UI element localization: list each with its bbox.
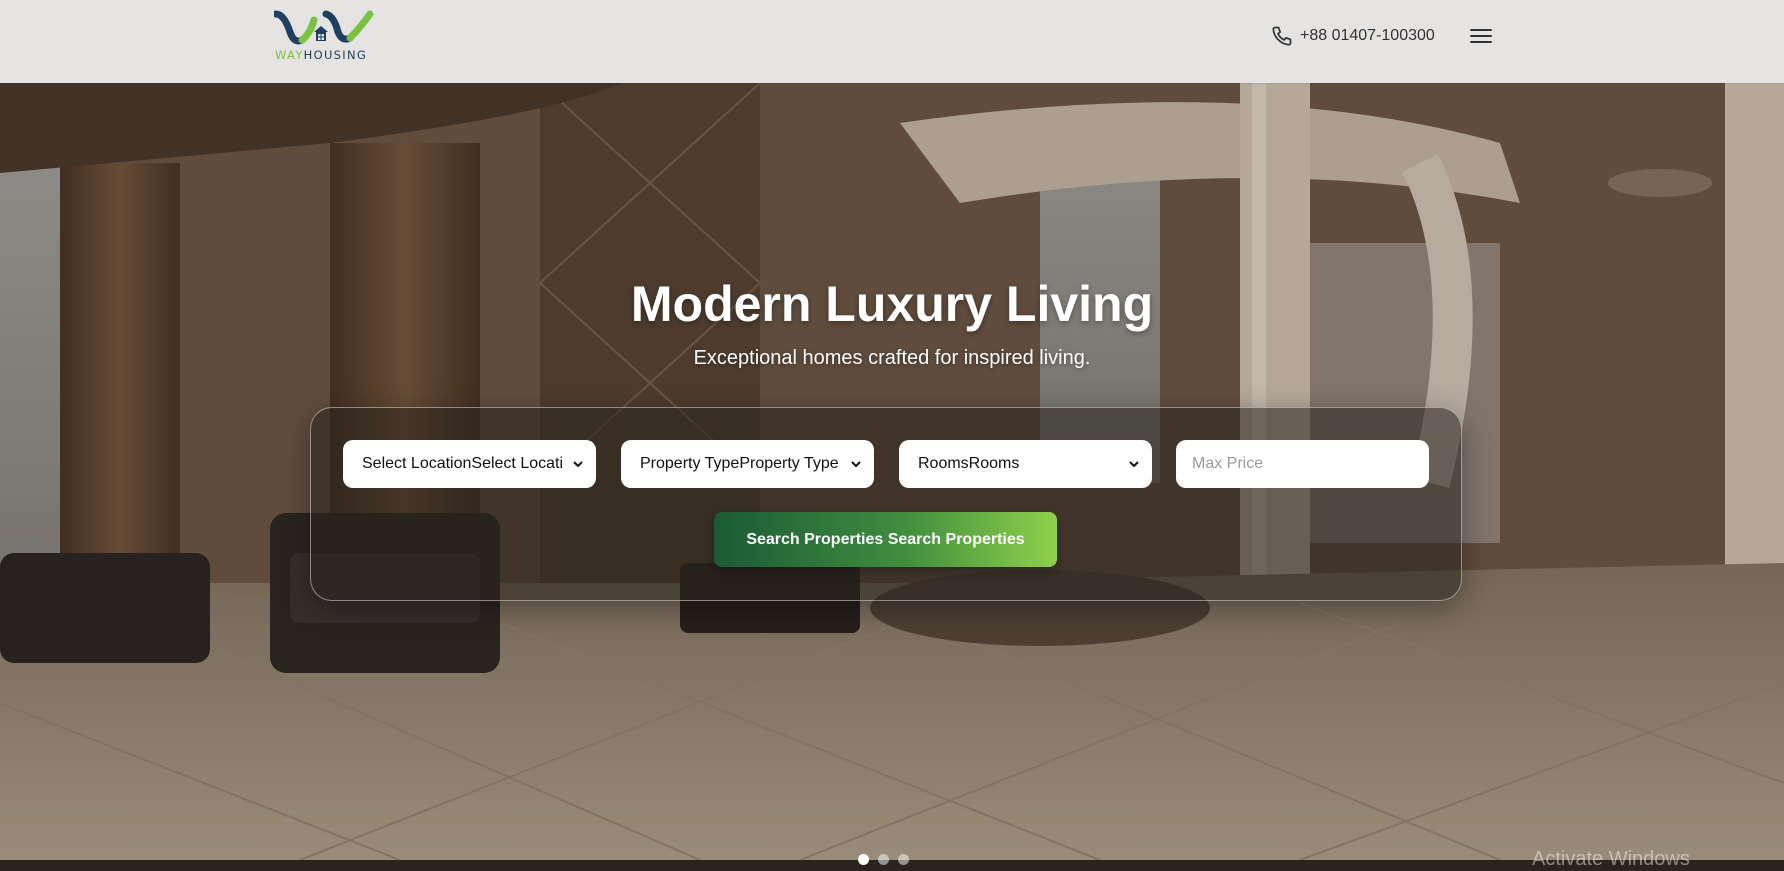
- logo-word-housing: HOUSING: [303, 48, 368, 62]
- rooms-select[interactable]: RoomsRooms: [899, 440, 1152, 488]
- property-type-select[interactable]: Property TypeProperty Type: [621, 440, 874, 488]
- logo-word-way: WAY: [275, 48, 304, 62]
- brand-logo[interactable]: WAYHOUSING: [274, 10, 376, 62]
- chevron-down-icon: [573, 461, 583, 468]
- search-properties-button[interactable]: Search Properties Search Properties: [714, 512, 1057, 567]
- phone-icon: [1272, 26, 1292, 46]
- location-select-value: Select LocationSelect Locati: [362, 455, 564, 472]
- hero-title: Modern Luxury Living: [630, 276, 1154, 332]
- logo-mark: [274, 10, 374, 45]
- chevron-down-icon: [851, 461, 861, 468]
- site-header: WAYHOUSING +88 01407-100300: [0, 0, 1784, 83]
- hamburger-menu-icon[interactable]: [1470, 25, 1492, 47]
- rooms-select-value: RoomsRooms: [918, 455, 1020, 472]
- logo-wordmark: WAYHOUSING: [275, 48, 367, 62]
- phone-number: +88 01407-100300: [1300, 27, 1435, 44]
- phone-contact[interactable]: +88 01407-100300: [1270, 24, 1435, 48]
- max-price-input[interactable]: Max Price: [1176, 440, 1429, 488]
- max-price-placeholder: Max Price: [1192, 455, 1264, 472]
- property-search-panel: Select LocationSelect Locati Property Ty…: [310, 407, 1462, 601]
- hero-section: Modern Luxury Living Exceptional homes c…: [0, 83, 1784, 860]
- chevron-down-icon: [1129, 461, 1139, 468]
- hero-subtitle: Exceptional homes crafted for inspired l…: [693, 347, 1091, 369]
- location-select[interactable]: Select LocationSelect Locati: [343, 440, 596, 488]
- property-type-select-value: Property TypeProperty Type: [640, 455, 839, 472]
